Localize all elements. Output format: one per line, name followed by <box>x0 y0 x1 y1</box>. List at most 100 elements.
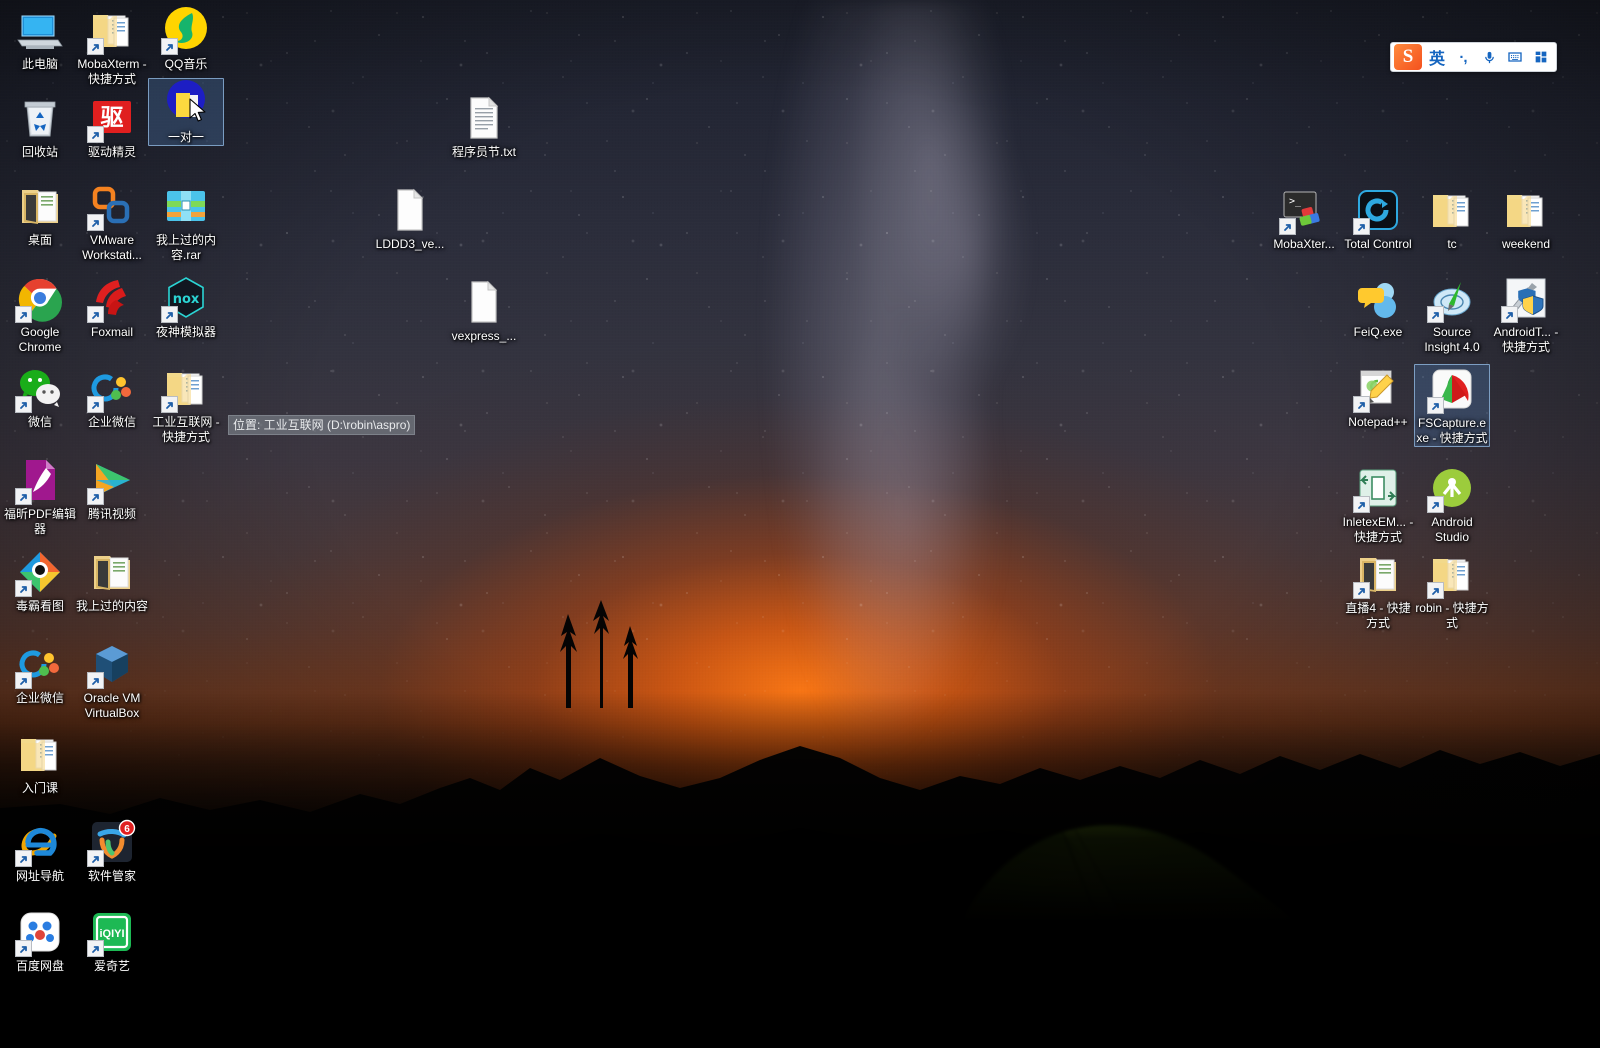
zhibo4-icon <box>1353 550 1402 599</box>
desktop-icon-desktop-folder[interactable]: 桌面 <box>2 182 78 248</box>
desktop-icon-label: 回收站 <box>21 145 58 159</box>
desktop-icon-nox-player[interactable]: nox 夜神模拟器 <box>148 274 224 340</box>
desktop-icon-iqiyi[interactable]: iQIYI 爱奇艺 <box>74 908 150 974</box>
ime-language-mode-button[interactable]: 英 <box>1424 43 1450 71</box>
my-content-icon <box>88 548 136 596</box>
web-nav-icon <box>15 818 64 867</box>
recycle-bin-icon <box>16 94 64 142</box>
baidu-netdisk-icon <box>15 908 64 957</box>
shortcut-arrow-icon <box>1427 397 1444 414</box>
desktop-folder-icon <box>16 182 64 230</box>
desktop-icon-foxmail[interactable]: Foxmail <box>74 274 150 340</box>
this-pc-icon <box>16 6 64 54</box>
desktop-icon-mobaxterm-r[interactable]: >_ MobaXter... <box>1266 186 1342 252</box>
desktop-icon-virtualbox[interactable]: Oracle VM VirtualBox <box>74 640 150 721</box>
software-mgr-icon: 6 <box>87 818 136 867</box>
svg-text:>_: >_ <box>1289 196 1302 207</box>
desktop-icon-label: 微信 <box>27 415 52 429</box>
desktop-icon-label: LDDD3_ve... <box>375 237 445 251</box>
weekend-folder-icon <box>1502 186 1550 234</box>
desktop-icon-duba-viewer[interactable]: 毒霸看图 <box>2 548 78 614</box>
desktop-icon-industrial-net[interactable]: 工业互联网 - 快捷方式 <box>148 364 224 445</box>
desktop-icon-qq-music[interactable]: QQ音乐 <box>148 6 224 72</box>
desktop-icon-programmer-day[interactable]: 程序员节.txt <box>446 94 522 160</box>
shortcut-arrow-icon <box>161 306 178 323</box>
desktop-icon-wecom-2[interactable]: 企业微信 <box>2 640 78 706</box>
desktop-icon-baidu-netdisk[interactable]: 百度网盘 <box>2 908 78 974</box>
source-insight-icon <box>1427 274 1476 323</box>
desktop-icon-this-pc[interactable]: 此电脑 <box>2 6 78 72</box>
desktop-icon-inletex[interactable]: InletexEM... - 快捷方式 <box>1340 464 1416 545</box>
intro-course-icon <box>16 730 64 778</box>
desktop-icon-label: Foxmail <box>90 325 133 339</box>
feiq-icon <box>1354 274 1402 322</box>
shortcut-arrow-icon <box>87 38 104 55</box>
desktop-icon-one-to-one[interactable]: 一对一 <box>148 78 224 146</box>
shortcut-arrow-icon <box>15 488 32 505</box>
shortcut-arrow-icon <box>161 396 178 413</box>
shortcut-arrow-icon <box>1427 496 1444 513</box>
duba-viewer-icon <box>15 548 64 597</box>
ime-menu-grid-icon[interactable] <box>1528 43 1554 71</box>
shortcut-arrow-icon <box>87 396 104 413</box>
one-to-one-icon <box>162 79 210 127</box>
sogou-logo-icon[interactable]: S <box>1394 44 1422 70</box>
my-content-rar-icon <box>162 182 210 230</box>
desktop-icon-label: FSCapture.exe - 快捷方式 <box>1416 416 1488 445</box>
desktop-icon-mobaxterm[interactable]: MobaXterm - 快捷方式 <box>74 6 150 87</box>
desktop-icon-web-nav[interactable]: 网址导航 <box>2 818 78 884</box>
sogou-ime-toolbar[interactable]: S 英 ·, <box>1390 42 1557 72</box>
shortcut-location-tooltip: 位置: 工业互联网 (D:\robin\aspro) <box>228 415 416 435</box>
wechat-icon <box>15 364 64 413</box>
desktop-icon-total-control[interactable]: Total Control <box>1340 186 1416 252</box>
desktop-icon-notepad-plus[interactable]: Notepad++ <box>1340 364 1416 430</box>
desktop-icon-foxit-pdf[interactable]: 福昕PDF编辑器 <box>2 456 78 537</box>
foxmail-icon <box>87 274 136 323</box>
desktop-icon-label: 福昕PDF编辑器 <box>3 507 76 536</box>
wecom-2-icon <box>15 640 64 689</box>
desktop-icon-label: robin - 快捷方式 <box>1415 601 1489 630</box>
desktop-icon-vmware[interactable]: VMware Workstati... <box>74 182 150 263</box>
desktop-icon-android-studio[interactable]: Android Studio <box>1414 464 1490 545</box>
ime-punctuation-button[interactable]: ·, <box>1450 43 1476 71</box>
desktop-icon-label: 我上过的内容 <box>75 599 148 613</box>
desktop-icon-label: 此电脑 <box>21 57 58 71</box>
desktop-icon-feiq[interactable]: FeiQ.exe <box>1340 274 1416 340</box>
desktop-icon-tencent-video[interactable]: 腾讯视频 <box>74 456 150 522</box>
soft-keyboard-icon[interactable] <box>1502 43 1528 71</box>
desktop-icon-recycle-bin[interactable]: 回收站 <box>2 94 78 160</box>
desktop-icon-my-content[interactable]: 我上过的内容 <box>74 548 150 614</box>
desktop-icon-label: Oracle VM VirtualBox <box>83 691 141 720</box>
desktop-icon-zhibo4[interactable]: 直播4 - 快捷方式 <box>1340 550 1416 631</box>
svg-text:6: 6 <box>124 824 130 835</box>
desktop-icon-driver-genius[interactable]: 驱 驱动精灵 <box>74 94 150 160</box>
desktop-icon-intro-course[interactable]: 入门课 <box>2 730 78 796</box>
desktop-icon-label: Total Control <box>1344 237 1412 251</box>
desktop-icon-vexpress[interactable]: vexpress_... <box>446 278 522 344</box>
desktop-icon-my-content-rar[interactable]: 我上过的内容.rar <box>148 182 224 263</box>
desktop-icon-tc-folder[interactable]: tc <box>1414 186 1490 252</box>
desktop-root[interactable]: 此电脑 MobaXterm - 快捷方式 QQ音乐 回收站 驱 驱动精灵 一对一… <box>0 0 1600 1048</box>
android-tool-icon <box>1501 274 1550 323</box>
desktop-icon-weekend-folder[interactable]: weekend <box>1488 186 1564 252</box>
desktop-icon-source-insight[interactable]: Source Insight 4.0 <box>1414 274 1490 355</box>
qq-music-icon <box>161 6 210 55</box>
microphone-icon[interactable] <box>1476 43 1502 71</box>
desktop-icon-label: vexpress_... <box>451 329 517 343</box>
desktop-icon-fscapture[interactable]: FSCapture.exe - 快捷方式 <box>1414 364 1490 447</box>
desktop-icon-ldd3-ve[interactable]: LDDD3_ve... <box>372 186 448 252</box>
shortcut-arrow-icon <box>1501 306 1518 323</box>
shortcut-arrow-icon <box>1279 218 1296 235</box>
desktop-icon-software-mgr[interactable]: 6 软件管家 <box>74 818 150 884</box>
shortcut-arrow-icon <box>15 940 32 957</box>
desktop-icon-wecom-1[interactable]: 企业微信 <box>74 364 150 430</box>
desktop-icon-wechat[interactable]: 微信 <box>2 364 78 430</box>
shortcut-arrow-icon <box>87 940 104 957</box>
desktop-icon-label: 直播4 - 快捷方式 <box>1345 601 1411 630</box>
shortcut-arrow-icon <box>87 672 104 689</box>
desktop-icon-google-chrome[interactable]: Google Chrome <box>2 274 78 355</box>
desktop-icon-android-tool[interactable]: AndroidT... - 快捷方式 <box>1488 274 1564 355</box>
desktop-icon-robin-folder[interactable]: robin - 快捷方式 <box>1414 550 1490 631</box>
total-control-icon <box>1353 186 1402 235</box>
desktop-icon-label: AndroidT... - 快捷方式 <box>1493 325 1559 354</box>
